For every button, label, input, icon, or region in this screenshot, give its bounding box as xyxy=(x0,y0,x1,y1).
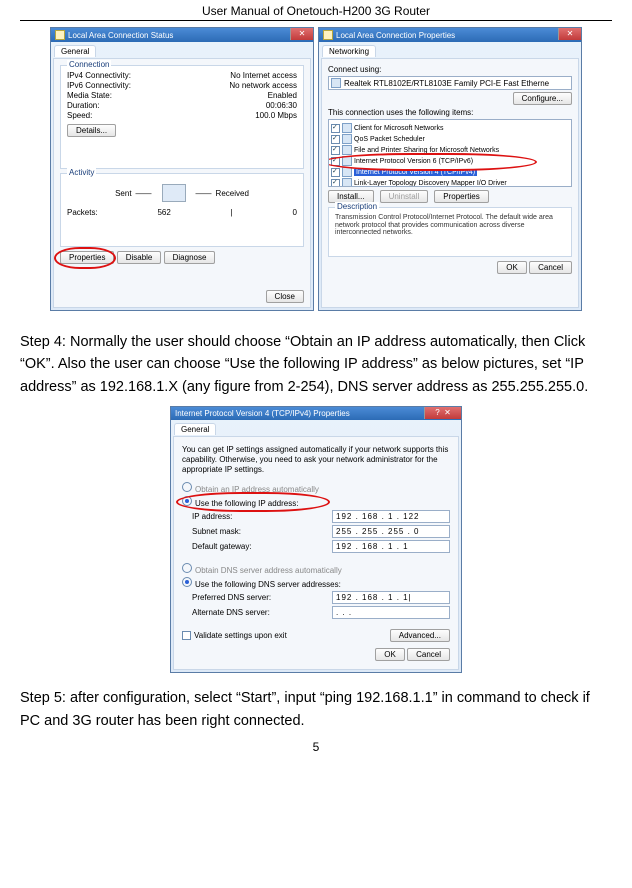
description-text: Transmission Control Protocol/Internet P… xyxy=(335,214,565,237)
ip-address-label: IP address: xyxy=(192,512,232,521)
protocol-icon xyxy=(342,178,352,187)
configure-button[interactable]: Configure... xyxy=(513,92,572,105)
ipv4-value: No Internet access xyxy=(230,71,297,80)
pref-dns-label: Preferred DNS server: xyxy=(192,593,271,602)
diagnose-button[interactable]: Diagnose xyxy=(164,251,216,264)
alt-dns-label: Alternate DNS server: xyxy=(192,608,270,617)
close-icon[interactable]: ✕ xyxy=(558,28,581,40)
subnet-input[interactable]: 255 . 255 . 255 . 0 xyxy=(332,525,450,538)
media-value: Enabled xyxy=(268,91,297,100)
tab-networking[interactable]: Networking xyxy=(322,45,376,57)
ipv4-properties-dialog: Internet Protocol Version 4 (TCP/IPv4) P… xyxy=(170,406,462,673)
checkbox[interactable] xyxy=(331,168,340,177)
ok-button[interactable]: OK xyxy=(375,648,405,661)
list-item: Client for Microsoft Networks xyxy=(331,123,569,133)
advanced-button[interactable]: Advanced... xyxy=(390,629,450,642)
ip-title: Internet Protocol Version 4 (TCP/IPv4) P… xyxy=(175,409,350,418)
uses-items-label: This connection uses the following items… xyxy=(328,108,572,117)
tab-general-ip[interactable]: General xyxy=(174,423,216,435)
checkbox[interactable] xyxy=(331,124,340,133)
adapter-combo[interactable]: Realtek RTL8102E/RTL8103E Family PCI-E F… xyxy=(328,76,572,90)
description-label: Description xyxy=(335,202,379,211)
adapter-name: Realtek RTL8102E/RTL8103E Family PCI-E F… xyxy=(344,79,549,88)
service-icon xyxy=(342,134,352,144)
sent-label: Sent xyxy=(115,189,131,198)
duration-value: 00:06:30 xyxy=(266,101,297,110)
checkbox[interactable] xyxy=(331,135,340,144)
properties-dialog: Local Area Connection Properties ✕ Netwo… xyxy=(318,27,582,311)
media-label: Media State: xyxy=(67,91,112,100)
cancel-button[interactable]: Cancel xyxy=(407,648,450,661)
list-item: Link-Layer Topology Discovery Mapper I/O… xyxy=(331,178,569,187)
ip-address-input[interactable]: 192 . 168 . 1 . 122 xyxy=(332,510,450,523)
speed-label: Speed: xyxy=(67,111,92,120)
ip-title-bar: Internet Protocol Version 4 (TCP/IPv4) P… xyxy=(171,407,461,420)
details-button[interactable]: Details... xyxy=(67,124,116,137)
top-figures: Local Area Connection Status ✕ General C… xyxy=(20,27,612,311)
status-title-bar: Local Area Connection Status xyxy=(51,28,313,42)
validate-label: Validate settings upon exit xyxy=(194,631,287,640)
network-icon xyxy=(323,30,333,40)
items-listbox[interactable]: Client for Microsoft Networks QoS Packet… xyxy=(328,119,572,187)
props-title: Local Area Connection Properties xyxy=(336,31,455,40)
packets-recv: 0 xyxy=(293,208,297,217)
status-dialog: Local Area Connection Status ✕ General C… xyxy=(50,27,314,311)
radio-icon xyxy=(182,577,192,587)
red-callout-ipv4 xyxy=(328,153,537,171)
radio-icon xyxy=(182,482,192,492)
speed-value: 100.0 Mbps xyxy=(255,111,297,120)
subnet-label: Subnet mask: xyxy=(192,527,241,536)
service-icon xyxy=(342,145,352,155)
radio-manual-dns[interactable]: Use the following DNS server addresses: xyxy=(182,577,450,589)
disable-button[interactable]: Disable xyxy=(117,251,162,264)
duration-label: Duration: xyxy=(67,101,99,110)
close-icon[interactable]: ✕ xyxy=(290,28,313,40)
ipv4-label: IPv4 Connectivity: xyxy=(67,71,131,80)
packets-sent: 562 xyxy=(157,208,170,217)
radio-icon xyxy=(182,563,192,573)
validate-checkbox[interactable] xyxy=(182,631,191,640)
adapter-icon xyxy=(331,78,341,88)
ip-intro: You can get IP settings assigned automat… xyxy=(182,445,450,474)
ipv6-label: IPv6 Connectivity: xyxy=(67,81,131,90)
network-icon xyxy=(55,30,65,40)
step4-paragraph: Step 4: Normally the user should choose … xyxy=(20,331,612,398)
page-number: 5 xyxy=(20,740,612,754)
uninstall-button: Uninstall xyxy=(380,190,429,203)
received-label: Received xyxy=(216,189,249,198)
packets-label: Packets: xyxy=(67,208,98,217)
ipv6-value: No network access xyxy=(229,81,297,90)
close-button[interactable]: Close xyxy=(266,290,304,303)
page-header: User Manual of Onetouch-H200 3G Router xyxy=(20,0,612,21)
step5-paragraph: Step 5: after configuration, select “Sta… xyxy=(20,687,612,732)
radio-manual-ip[interactable]: Use the following IP address: xyxy=(182,496,450,508)
checkbox[interactable] xyxy=(331,179,340,188)
alt-dns-input[interactable]: . . . xyxy=(332,606,450,619)
gateway-input[interactable]: 192 . 168 . 1 . 1 xyxy=(332,540,450,553)
pref-dns-input[interactable]: 192 . 168 . 1 . 1| xyxy=(332,591,450,604)
gateway-label: Default gateway: xyxy=(192,542,252,551)
list-item: QoS Packet Scheduler xyxy=(331,134,569,144)
group-connection: Connection xyxy=(67,60,111,69)
service-icon xyxy=(342,123,352,133)
group-activity: Activity xyxy=(67,168,96,177)
ok-button[interactable]: OK xyxy=(497,261,527,274)
item-properties-button[interactable]: Properties xyxy=(434,190,488,203)
connect-using-label: Connect using: xyxy=(328,65,572,74)
close-icon[interactable]: ? ✕ xyxy=(424,407,461,419)
cancel-button[interactable]: Cancel xyxy=(529,261,572,274)
tab-general[interactable]: General xyxy=(54,45,96,57)
red-callout-properties xyxy=(54,247,116,269)
activity-icon xyxy=(162,184,186,202)
red-callout-manual xyxy=(176,492,330,512)
status-title: Local Area Connection Status xyxy=(68,31,173,40)
radio-auto-dns: Obtain DNS server address automatically xyxy=(182,563,450,575)
checkbox[interactable] xyxy=(331,146,340,155)
props-title-bar: Local Area Connection Properties xyxy=(319,28,581,42)
